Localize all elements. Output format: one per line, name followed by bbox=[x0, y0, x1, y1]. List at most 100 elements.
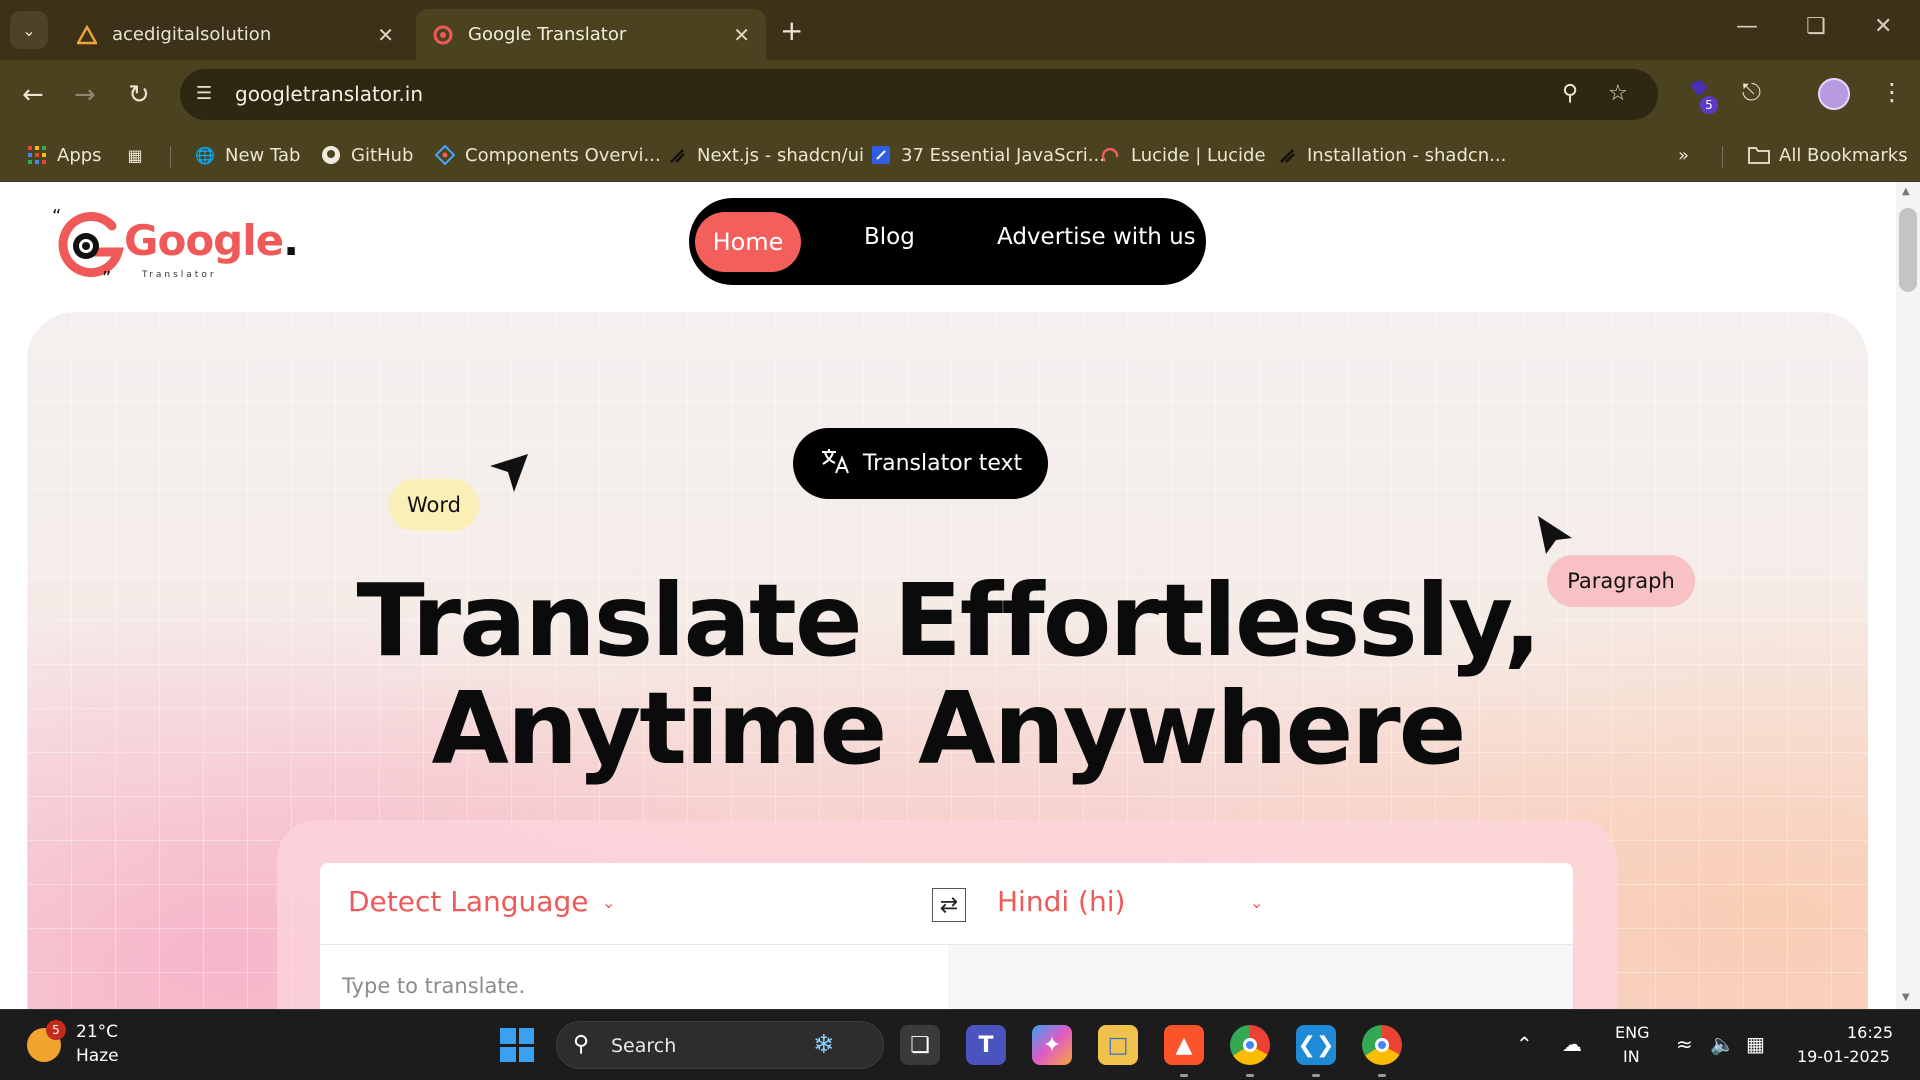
back-arrow-icon[interactable]: ← bbox=[22, 80, 44, 110]
translator-panel: Detect Language ⌄ ⇄ Hindi (hi) ⌄ bbox=[320, 863, 1573, 1009]
warning-triangle-logo-icon bbox=[76, 24, 98, 46]
scrollbar-thumb[interactable] bbox=[1899, 208, 1917, 292]
bookmark-label: New Tab bbox=[225, 144, 301, 166]
bookmark-tab-grid[interactable]: ▦ bbox=[124, 140, 155, 170]
weather-description[interactable]: Haze bbox=[76, 1046, 119, 1066]
taskbar-search[interactable]: ⚲ Search ❄ bbox=[556, 1021, 884, 1069]
chevron-down-icon[interactable]: ⌄ bbox=[1250, 893, 1263, 912]
swap-languages-icon[interactable]: ⇄ bbox=[932, 888, 966, 922]
running-indicator bbox=[1180, 1074, 1188, 1077]
source-language-select[interactable]: Detect Language bbox=[348, 885, 588, 918]
word-floating-badge: Word bbox=[389, 479, 479, 531]
copilot-icon[interactable]: ✦ bbox=[1032, 1025, 1072, 1065]
scroll-down-icon[interactable]: ▼ bbox=[1902, 992, 1910, 1003]
page-scrollbar[interactable] bbox=[1896, 182, 1920, 1009]
search-icon: ⚲ bbox=[573, 1032, 590, 1057]
weather-temperature[interactable]: 21°C bbox=[76, 1022, 118, 1042]
chrome-icon[interactable] bbox=[1230, 1025, 1270, 1065]
bookmarks-overflow[interactable]: » bbox=[1678, 140, 1689, 170]
panel-divider bbox=[320, 944, 1573, 945]
tab-search-button[interactable]: ⌄ bbox=[10, 11, 48, 49]
tray-chevron-up-icon[interactable]: ⌃ bbox=[1516, 1032, 1533, 1056]
reload-icon[interactable]: ↻ bbox=[128, 80, 150, 110]
brave-icon[interactable]: ▲ bbox=[1164, 1025, 1204, 1065]
vscode-icon[interactable]: ❮❯ bbox=[1296, 1025, 1336, 1065]
bookmark-components[interactable]: Components Overvi... bbox=[434, 140, 661, 170]
input-region[interactable]: IN bbox=[1623, 1047, 1640, 1066]
start-windows-icon[interactable] bbox=[500, 1028, 534, 1062]
address-bar[interactable]: ☰ googletranslator.in ⚲ ☆ bbox=[180, 69, 1658, 120]
close-tab-icon[interactable]: ✕ bbox=[733, 23, 750, 47]
target-language-select[interactable]: Hindi (hi) bbox=[997, 885, 1125, 918]
clock-time[interactable]: 16:25 bbox=[1847, 1023, 1893, 1042]
nav-advertise[interactable]: Advertise with us bbox=[997, 224, 1196, 250]
component-icon bbox=[434, 144, 456, 166]
browser-toolbar: ← → ↻ ☰ googletranslator.in ⚲ ☆ 5 ⎋ ⋮ bbox=[0, 60, 1920, 130]
slash-icon bbox=[1276, 144, 1298, 166]
task-view-icon[interactable]: ❏ bbox=[900, 1025, 940, 1065]
pointer-arrow-icon bbox=[490, 454, 528, 492]
tab-strip: ⌄ acedigitalsolution ✕ Google Translator… bbox=[0, 0, 1920, 60]
scroll-up-icon[interactable]: ▲ bbox=[1902, 186, 1910, 197]
slash-icon bbox=[666, 144, 688, 166]
volume-icon[interactable]: 🔈 bbox=[1710, 1032, 1735, 1056]
tab-title: acedigitalsolution bbox=[112, 24, 272, 45]
tab-google-translator[interactable]: Google Translator ✕ bbox=[416, 9, 766, 60]
chrome-profile-icon[interactable] bbox=[1362, 1025, 1402, 1065]
tab-acedigitalsolution[interactable]: acedigitalsolution ✕ bbox=[60, 9, 410, 60]
bookmarks-divider bbox=[1722, 146, 1723, 168]
battery-icon[interactable]: ▦ bbox=[1746, 1032, 1765, 1056]
bookmark-github[interactable]: GitHub bbox=[320, 140, 413, 170]
bookmark-new-tab[interactable]: 🌐 New Tab bbox=[194, 140, 300, 170]
restore-icon[interactable]: ❏ bbox=[1806, 14, 1826, 39]
url-text[interactable]: googletranslator.in bbox=[235, 82, 423, 106]
close-tab-icon[interactable]: ✕ bbox=[377, 23, 394, 47]
snowflake-icon: ❄ bbox=[813, 1030, 835, 1060]
bookmark-label: Apps bbox=[57, 144, 102, 166]
all-bookmarks-button[interactable]: All Bookmarks bbox=[1748, 140, 1908, 170]
translate-input[interactable] bbox=[342, 966, 932, 1006]
folder-icon bbox=[1748, 144, 1770, 166]
bookmark-star-icon[interactable]: ☆ bbox=[1608, 81, 1628, 106]
bookmark-label: Next.js - shadcn/ui bbox=[697, 144, 864, 166]
output-area bbox=[948, 945, 1573, 1009]
translator-text-chip[interactable]: Translator text bbox=[793, 428, 1048, 499]
input-language[interactable]: ENG bbox=[1615, 1023, 1649, 1042]
site-settings-icon[interactable]: ☰ bbox=[196, 83, 212, 104]
tab-grid-icon: ▦ bbox=[127, 145, 143, 165]
windows-taskbar: 5 21°C Haze ⚲ Search ❄ ❏ T ✦ □ ▲ ❮❯ ⌃ ☁ … bbox=[0, 1009, 1920, 1080]
wifi-icon[interactable]: ≈ bbox=[1676, 1032, 1693, 1056]
close-window-icon[interactable]: ✕ bbox=[1874, 14, 1892, 39]
minimize-icon[interactable]: — bbox=[1736, 14, 1758, 39]
translate-icon bbox=[819, 445, 851, 483]
bookmark-label: GitHub bbox=[351, 144, 414, 166]
bookmarks-divider bbox=[170, 146, 171, 168]
forward-arrow-icon[interactable]: → bbox=[74, 80, 96, 110]
menu-kebab-icon[interactable]: ⋮ bbox=[1880, 78, 1904, 106]
file-explorer-icon[interactable]: □ bbox=[1098, 1025, 1138, 1065]
bookmark-apps[interactable]: Apps bbox=[26, 140, 102, 170]
main-nav: Home Blog Advertise with us bbox=[689, 198, 1206, 285]
bookmark-lucide[interactable]: Lucide | Lucide bbox=[1100, 140, 1266, 170]
extension-badge: 5 bbox=[1700, 96, 1718, 114]
bookmark-label: Installation - shadcn... bbox=[1307, 144, 1507, 166]
bookmark-label: Components Overvi... bbox=[465, 144, 661, 166]
bookmark-nextjs-shadcn[interactable]: Next.js - shadcn/ui bbox=[666, 140, 864, 170]
bookmarks-bar: Apps ▦ 🌐 New Tab GitHub Components Overv… bbox=[0, 130, 1920, 182]
extensions-puzzle-icon[interactable]: ⎋ bbox=[1742, 78, 1761, 106]
clock-date[interactable]: 19-01-2025 bbox=[1797, 1047, 1890, 1066]
profile-avatar[interactable] bbox=[1818, 78, 1850, 110]
new-tab-plus-icon[interactable]: + bbox=[780, 14, 803, 47]
zoom-icon[interactable]: ⚲ bbox=[1562, 81, 1578, 106]
bookmark-installation-shadcn[interactable]: Installation - shadcn... bbox=[1276, 140, 1506, 170]
nav-blog[interactable]: Blog bbox=[864, 224, 915, 250]
chevron-down-icon[interactable]: ⌄ bbox=[602, 893, 615, 912]
teams-icon[interactable]: T bbox=[966, 1025, 1006, 1065]
site-logo[interactable]: “ ” Google. Translator bbox=[52, 208, 299, 284]
bookmark-javascript[interactable]: 37 Essential JavaScri... bbox=[870, 140, 1105, 170]
onedrive-cloud-icon[interactable]: ☁ bbox=[1562, 1032, 1582, 1056]
bookmark-label: All Bookmarks bbox=[1779, 144, 1908, 166]
nav-home[interactable]: Home bbox=[695, 212, 801, 272]
cursor-arrow-icon bbox=[1538, 516, 1572, 554]
globe-icon: 🌐 bbox=[195, 145, 215, 165]
